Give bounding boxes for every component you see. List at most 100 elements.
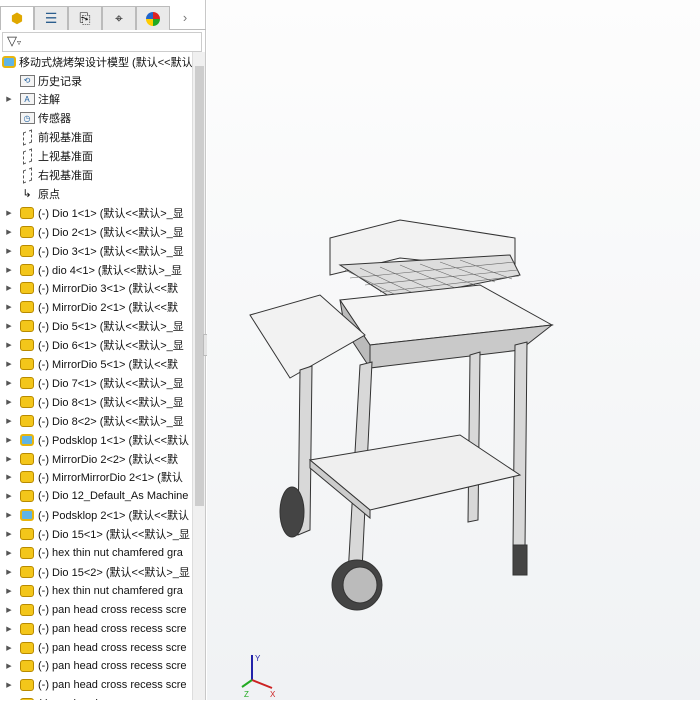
tree-item-label: (-) Dio 2<1> (默认<<默认>_显 bbox=[38, 226, 184, 239]
tree-item[interactable]: 右视基准面 bbox=[0, 166, 192, 185]
tree-item[interactable]: ▶ (-) MirrorDio 3<1> (默认<<默 bbox=[0, 279, 192, 298]
expand-arrow-icon[interactable]: ▶ bbox=[3, 644, 15, 652]
tree-item[interactable]: ↳ 原点 bbox=[0, 184, 192, 203]
tree-item[interactable]: ▶ (-) Dio 15<2> (默认<<默认>_显 bbox=[0, 562, 192, 581]
tree-item[interactable]: ▶ (-) hex thin nut chamfered gra bbox=[0, 581, 192, 600]
triad-z-label: Z bbox=[244, 690, 249, 699]
tree-scrollbar[interactable] bbox=[192, 52, 205, 700]
tree-item-label: 移动式烧烤架设计模型 (默认<<默认 bbox=[19, 56, 192, 69]
tab-configuration-manager[interactable]: ⎘ bbox=[68, 6, 102, 30]
expand-arrow-icon[interactable]: ▶ bbox=[3, 303, 15, 311]
expand-arrow-icon[interactable]: ▶ bbox=[3, 95, 15, 103]
tree-item-label: (-) Dio 6<1> (默认<<默认>_显 bbox=[38, 340, 184, 353]
bbq-grill-model: Y X Z bbox=[241, 219, 554, 699]
tree-item[interactable]: ▶(-) pan head cross recess scre bbox=[0, 638, 192, 657]
triad-y-label: Y bbox=[255, 654, 261, 663]
expand-arrow-icon[interactable]: ▶ bbox=[3, 379, 15, 387]
panel-tabs: ⬢ ☰ ⎘ ⌖ › bbox=[0, 6, 206, 30]
tree-item[interactable]: ▶ (-) Podsklop 2<1> (默认<<默认 bbox=[0, 506, 192, 525]
crosshair-icon: ⌖ bbox=[115, 10, 123, 26]
tree-item[interactable]: ▶ (-) Dio 2<1> (默认<<默认>_显 bbox=[0, 222, 192, 241]
tree-item[interactable]: ▶ (-) MirrorDio 5<1> (默认<<默 bbox=[0, 355, 192, 374]
expand-arrow-icon[interactable]: ▶ bbox=[3, 417, 15, 425]
expand-arrow-icon[interactable]: ▶ bbox=[3, 662, 15, 670]
tree-root-assembly[interactable]: 移动式烧烤架设计模型 (默认<<默认 bbox=[0, 52, 192, 71]
tree-item[interactable]: ▶ (-) Dio 5<1> (默认<<默认>_显 bbox=[0, 317, 192, 336]
tabs-more-chevron-icon[interactable]: › bbox=[170, 6, 200, 29]
tree-item[interactable]: ▶ (-) Dio 8<2> (默认<<默认>_显 bbox=[0, 411, 192, 430]
tree-item[interactable]: ▶ (-) MirrorDio 2<2> (默认<<默 bbox=[0, 449, 192, 468]
expand-arrow-icon[interactable]: ▶ bbox=[3, 625, 15, 633]
tab-display-manager[interactable] bbox=[136, 6, 170, 30]
expand-arrow-icon[interactable]: ▶ bbox=[3, 492, 15, 500]
subassembly-icon bbox=[19, 433, 35, 447]
plane-icon bbox=[19, 166, 35, 184]
expand-arrow-icon[interactable]: ▶ bbox=[3, 530, 15, 538]
tree-item[interactable]: ▶ (-) pan head cross recess scre bbox=[0, 676, 192, 695]
expand-arrow-icon[interactable]: ▶ bbox=[3, 606, 15, 614]
tree-item[interactable]: ▶ (-) MirrorDio 2<1> (默认<<默 bbox=[0, 298, 192, 317]
plane-icon bbox=[19, 147, 35, 165]
tree-item-label: (-) Dio 1<1> (默认<<默认>_显 bbox=[38, 207, 184, 220]
tab-dimxpert[interactable]: ⌖ bbox=[102, 6, 136, 30]
tree-item[interactable]: ▶(-) pan head cross recess scre bbox=[0, 695, 192, 700]
expand-arrow-icon[interactable]: ▶ bbox=[3, 681, 15, 689]
tree-item[interactable]: ▶ (-) Dio 12_Default_As Machine bbox=[0, 487, 192, 506]
expand-arrow-icon[interactable]: ▶ bbox=[3, 568, 15, 576]
scrollbar-thumb[interactable] bbox=[195, 66, 204, 506]
expand-arrow-icon[interactable]: ▶ bbox=[3, 322, 15, 330]
part-icon bbox=[19, 244, 35, 258]
tree-item[interactable]: ▶ (-) Podsklop 1<1> (默认<<默认 bbox=[0, 430, 192, 449]
tab-property-manager[interactable]: ☰ bbox=[34, 6, 68, 30]
tree-item[interactable]: ▶ (-) Dio 1<1> (默认<<默认>_显 bbox=[0, 203, 192, 222]
subassembly-icon bbox=[19, 508, 35, 522]
expand-arrow-icon[interactable]: ▶ bbox=[3, 209, 15, 217]
tree-item[interactable]: 上视基准面 bbox=[0, 147, 192, 166]
expand-arrow-icon[interactable]: ▶ bbox=[3, 360, 15, 368]
expand-arrow-icon[interactable]: ▶ bbox=[3, 473, 15, 481]
part-icon bbox=[19, 338, 35, 352]
tree-item[interactable]: ▶ (-) Dio 3<1> (默认<<默认>_显 bbox=[0, 241, 192, 260]
tree-item[interactable]: ▶ (-) Dio 6<1> (默认<<默认>_显 bbox=[0, 336, 192, 355]
tree-filter[interactable]: ▽▿ bbox=[2, 32, 202, 52]
tree-item[interactable]: ▶(-) pan head cross recess scre bbox=[0, 657, 192, 676]
tree-item-label: (-) Dio 5<1> (默认<<默认>_显 bbox=[38, 321, 184, 334]
list-icon: ☰ bbox=[44, 10, 58, 26]
assembly-icon: ⬢ bbox=[10, 10, 24, 26]
tree-item-label: 传感器 bbox=[38, 113, 71, 126]
expand-arrow-icon[interactable]: ▶ bbox=[3, 341, 15, 349]
expand-arrow-icon[interactable]: ▶ bbox=[3, 511, 15, 519]
tree-item[interactable]: ⟲ 历史记录 bbox=[0, 71, 192, 90]
expand-arrow-icon[interactable]: ▶ bbox=[3, 587, 15, 595]
expand-arrow-icon[interactable]: ▶ bbox=[3, 284, 15, 292]
tree-item-label: (-) pan head cross recess scre bbox=[38, 679, 187, 692]
tree-item[interactable]: ▶ (-) dio 4<1> (默认<<默认>_显 bbox=[0, 260, 192, 279]
expand-arrow-icon[interactable]: ▶ bbox=[3, 228, 15, 236]
tree-item[interactable]: 前视基准面 bbox=[0, 128, 192, 147]
tree-item[interactable]: ▶ A 注解 bbox=[0, 90, 192, 109]
tree-item[interactable]: ▶(-) pan head cross recess scre bbox=[0, 600, 192, 619]
expand-arrow-icon[interactable]: ▶ bbox=[3, 455, 15, 463]
expand-arrow-icon[interactable]: ▶ bbox=[3, 247, 15, 255]
filter-dropdown-icon: ▿ bbox=[17, 38, 22, 47]
part-icon bbox=[19, 527, 35, 541]
part-icon bbox=[19, 376, 35, 390]
tree-item[interactable]: ▶(-) pan head cross recess scre bbox=[0, 619, 192, 638]
expand-arrow-icon[interactable]: ▶ bbox=[3, 398, 15, 406]
tab-feature-manager[interactable]: ⬢ bbox=[0, 6, 34, 30]
assembly-icon bbox=[2, 55, 16, 69]
expand-arrow-icon[interactable]: ▶ bbox=[3, 436, 15, 444]
tree-item[interactable]: ▶ (-) Dio 15<1> (默认<<默认>_显 bbox=[0, 525, 192, 544]
tree-item[interactable]: ▶ (-) Dio 8<1> (默认<<默认>_显 bbox=[0, 392, 192, 411]
tree-item[interactable]: ◷ 传感器 bbox=[0, 109, 192, 128]
expand-arrow-icon[interactable]: ▶ bbox=[3, 549, 15, 557]
expand-arrow-icon[interactable]: ▶ bbox=[3, 266, 15, 274]
tree-item[interactable]: ▶ (-) MirrorMirrorDio 2<1> (默认 bbox=[0, 468, 192, 487]
tree-item-label: 右视基准面 bbox=[38, 170, 93, 182]
graphics-area[interactable]: Y X Z bbox=[207, 0, 700, 700]
tree-item-label: 前视基准面 bbox=[38, 132, 93, 145]
tree-item[interactable]: ▶ (-) Dio 7<1> (默认<<默认>_显 bbox=[0, 373, 192, 392]
tree-item[interactable]: ▶ (-) hex thin nut chamfered gra bbox=[0, 544, 192, 563]
tree-item-label: (-) Dio 8<2> (默认<<默认>_显 bbox=[38, 415, 184, 428]
tree-item-label: (-) Podsklop 2<1> (默认<<默认 bbox=[38, 510, 190, 523]
